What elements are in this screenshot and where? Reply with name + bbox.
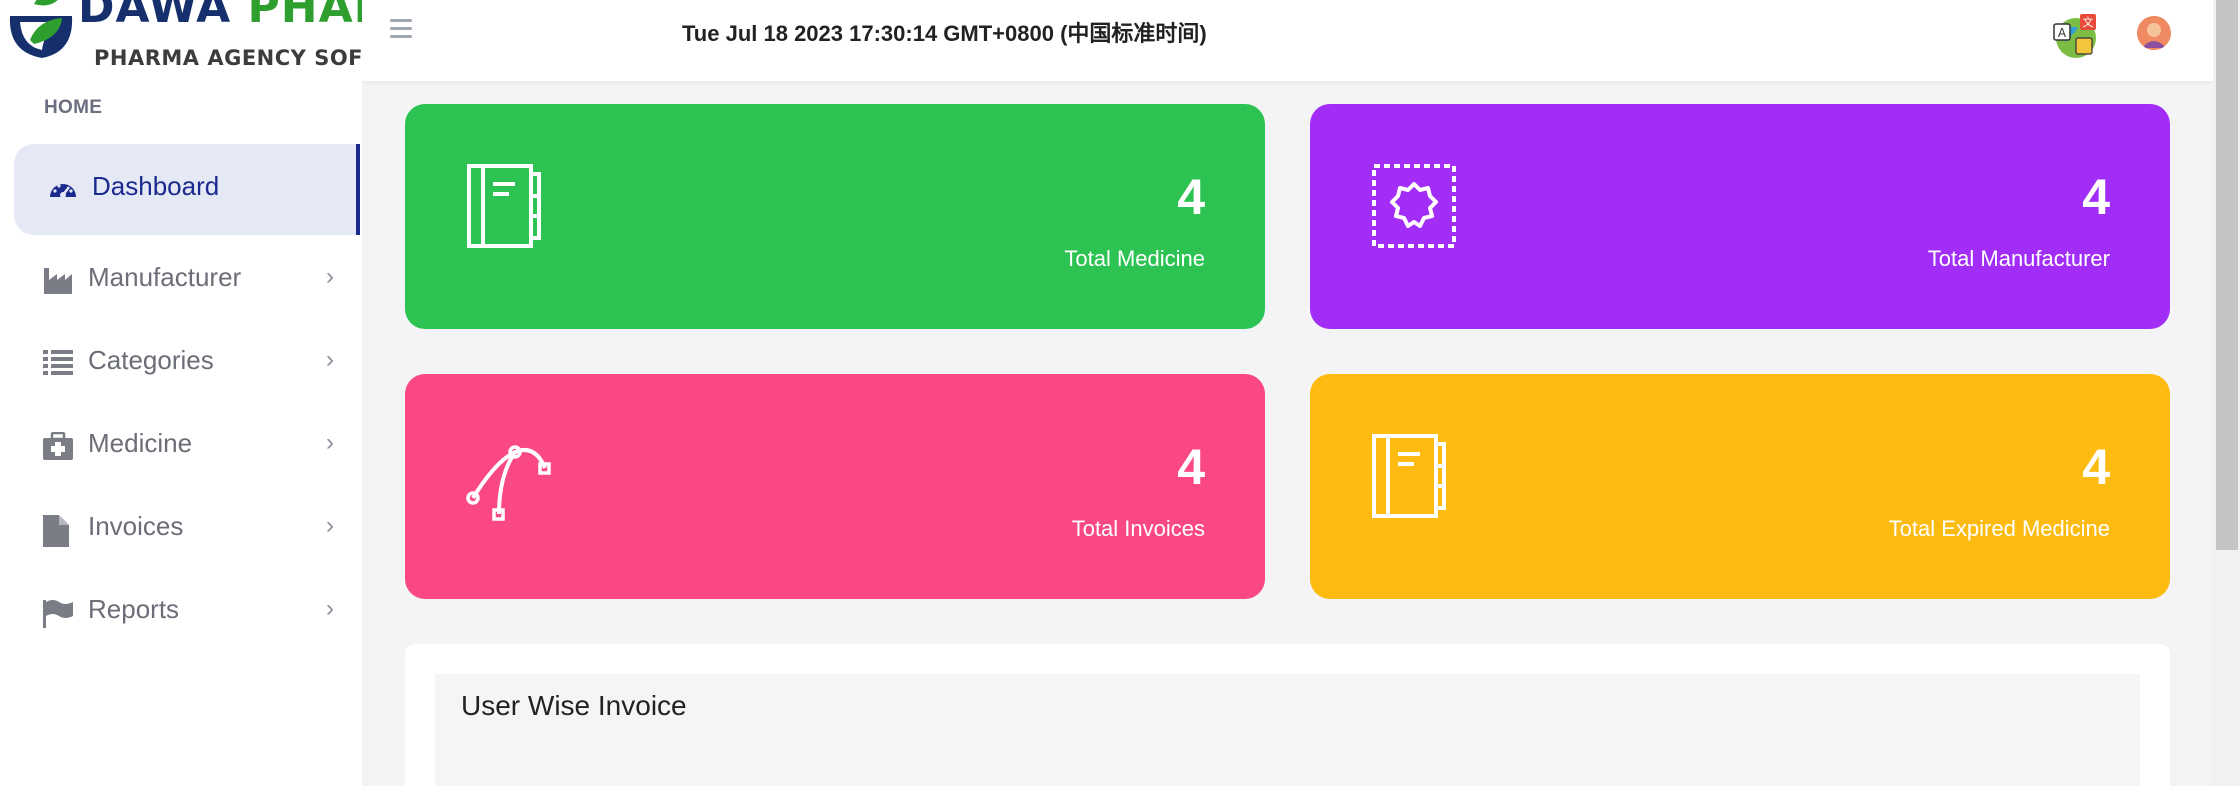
- bezier-curve-icon: [466, 445, 551, 521]
- mortar-pestle-logo-icon: [9, 0, 73, 58]
- medkit-icon: [43, 432, 73, 460]
- stat-card-total-medicine[interactable]: 4 Total Medicine: [405, 104, 1265, 329]
- page-scrollbar-thumb[interactable]: [2216, 0, 2238, 550]
- notebook-icon: [1372, 434, 1446, 518]
- brand-tagline: PHARMA AGENCY SOFTWARE: [94, 46, 362, 70]
- sidebar-item-categories[interactable]: Categories ›: [0, 333, 362, 393]
- sidebar-item-label: Invoices: [88, 511, 184, 541]
- chevron-right-icon: ›: [326, 512, 334, 539]
- stat-card-total-manufacturer[interactable]: 4 Total Manufacturer: [1310, 104, 2170, 329]
- sidebar-item-label: Categories: [88, 345, 214, 375]
- stat-card-total-invoices[interactable]: 4 Total Invoices: [405, 374, 1265, 599]
- sidebar-item-label: Reports: [88, 594, 180, 624]
- sidebar-item-label: Dashboard: [92, 171, 220, 201]
- chevron-right-icon: ›: [326, 595, 334, 622]
- user-avatar[interactable]: [2137, 16, 2171, 50]
- chevron-right-icon: ›: [326, 346, 334, 373]
- flag-icon: [43, 600, 73, 628]
- factory-icon: [44, 268, 72, 294]
- brand-name-part1: DAWA: [78, 0, 232, 33]
- sidebar-item-label: Manufacturer: [88, 262, 242, 292]
- notebook-icon: [467, 164, 541, 248]
- sidebar: HOME Dashboard Manufacturer › Categories…: [0, 81, 362, 786]
- brand-name: DAWA PHARMA: [78, 0, 362, 30]
- stat-card-total-expired-medicine[interactable]: 4 Total Expired Medicine: [1310, 374, 2170, 599]
- chevron-right-icon: ›: [326, 429, 334, 456]
- svg-text:文: 文: [2083, 15, 2094, 29]
- stat-value: 4: [2082, 439, 2110, 495]
- user-avatar-icon: [2137, 16, 2171, 50]
- brand-name-part2: PHARMA: [247, 0, 362, 33]
- user-wise-invoice-panel-body: [435, 674, 2140, 786]
- sidebar-heading: HOME: [44, 97, 103, 118]
- gauge-icon: [50, 184, 76, 198]
- stat-label: Total Manufacturer: [1927, 246, 2110, 271]
- app-logo[interactable]: DAWA PHARMA PHARMA AGENCY SOFTWARE: [0, 0, 362, 81]
- hamburger-menu-button[interactable]: [390, 19, 416, 39]
- stat-value: 4: [1177, 169, 1205, 225]
- sidebar-item-medicine[interactable]: Medicine ›: [0, 416, 362, 476]
- file-icon: [43, 515, 69, 547]
- sidebar-item-dashboard[interactable]: Dashboard: [14, 144, 360, 235]
- sidebar-item-manufacturer[interactable]: Manufacturer ›: [0, 250, 362, 310]
- stat-label: Total Invoices: [1071, 516, 1205, 541]
- sidebar-item-invoices[interactable]: Invoices ›: [0, 499, 362, 559]
- sidebar-item-reports[interactable]: Reports ›: [0, 582, 362, 642]
- stat-label: Total Medicine: [1064, 246, 1205, 271]
- sidebar-item-label: Medicine: [88, 428, 193, 458]
- svg-text:A: A: [2058, 26, 2067, 40]
- top-header: DAWA PHARMA PHARMA AGENCY SOFTWARE Tue J…: [0, 0, 2213, 81]
- panel-title: User Wise Invoice: [461, 690, 687, 721]
- stat-label: Total Expired Medicine: [1888, 516, 2110, 541]
- translate-icon[interactable]: A 文: [2052, 12, 2100, 60]
- stat-value: 4: [1177, 439, 1205, 495]
- stat-value: 4: [2082, 169, 2110, 225]
- list-icon: [43, 350, 73, 375]
- chevron-right-icon: ›: [326, 263, 334, 290]
- gear-icon: [1372, 164, 1456, 248]
- current-datetime: Tue Jul 18 2023 17:30:14 GMT+0800 (中国标准时…: [682, 21, 1207, 46]
